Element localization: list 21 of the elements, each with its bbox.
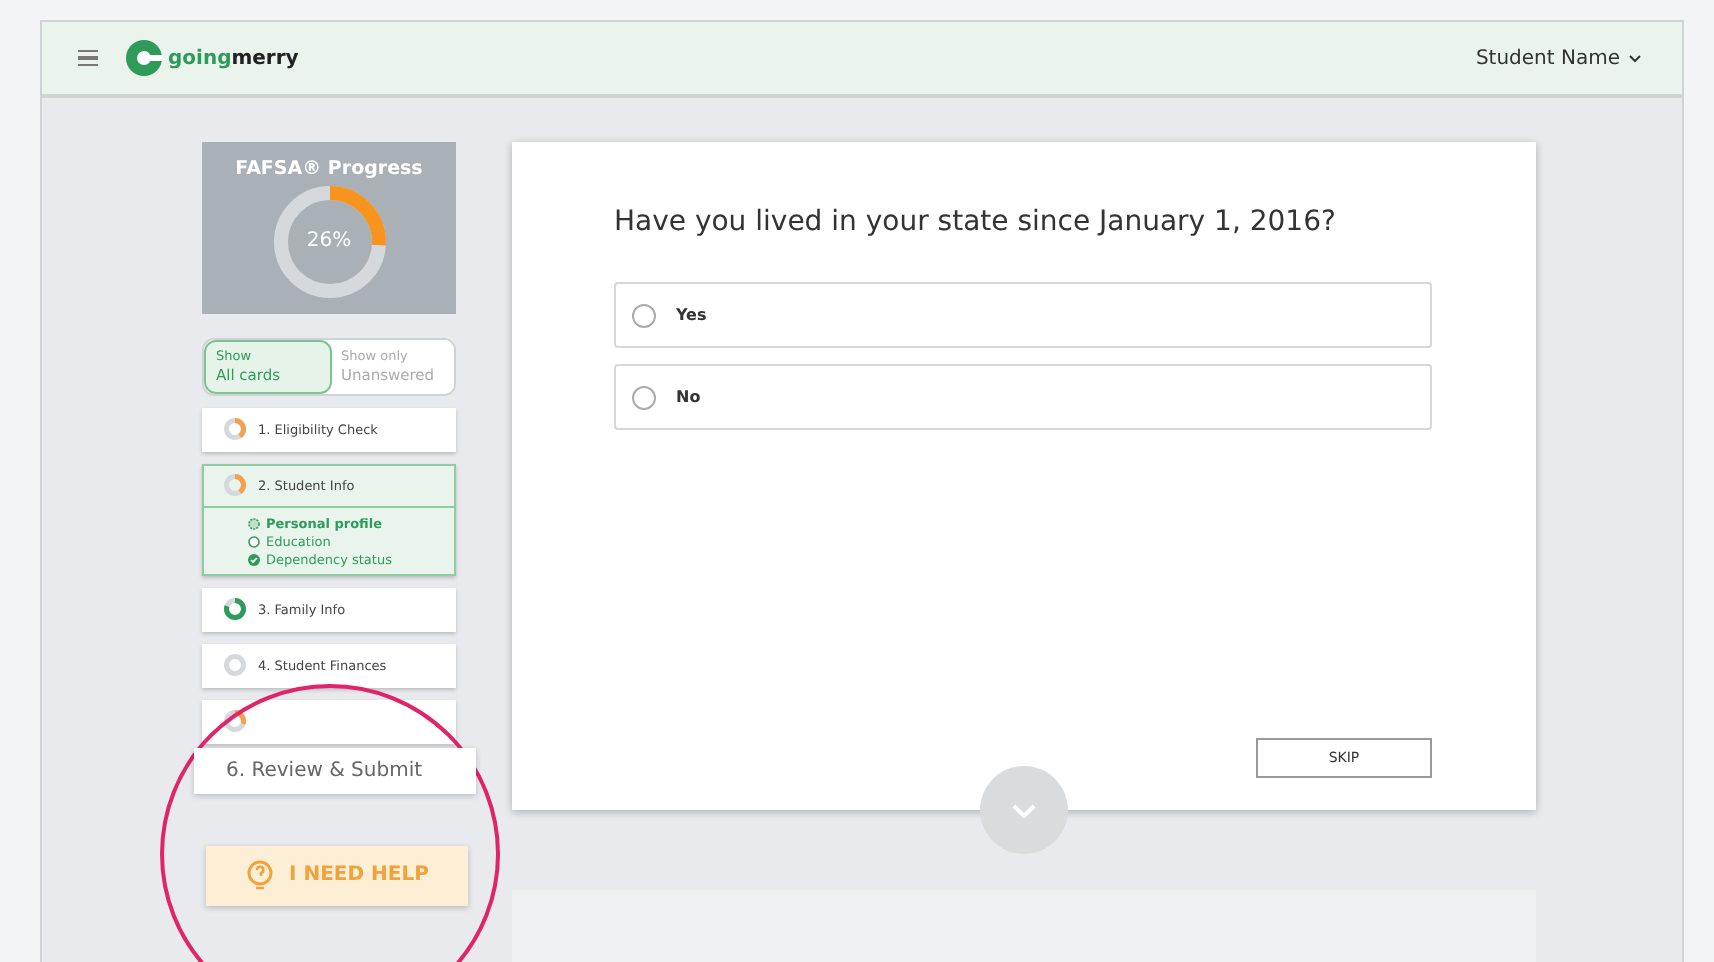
progress-ring — [224, 710, 246, 733]
step-card[interactable] — [202, 699, 456, 744]
logo-text: goingmerry — [168, 47, 299, 69]
progress-title: FAFSA® Progress — [235, 158, 423, 180]
progress-ring — [224, 474, 246, 497]
menu-icon[interactable] — [78, 49, 98, 67]
progress-reading: 26% — [306, 232, 352, 252]
question-text: Have you lived in your state since January 1, 2016? — [614, 206, 1338, 238]
chevron-icon — [1012, 803, 1036, 817]
progress-ring — [224, 598, 246, 621]
answer-option[interactable]: Yes — [614, 282, 1432, 348]
progress-ring — [224, 418, 246, 441]
chevron-icon — [1628, 53, 1642, 63]
answer-option[interactable]: No — [614, 364, 1432, 430]
lightbulb-icon — [245, 859, 274, 892]
check-icon — [248, 553, 260, 566]
progress-ring — [273, 186, 385, 298]
empty-ring-icon — [224, 654, 246, 677]
user-menu[interactable]: Student Name — [1463, 45, 1654, 71]
logo-icon — [126, 40, 162, 76]
step-card[interactable]: 6. Review & Submit — [194, 747, 476, 794]
